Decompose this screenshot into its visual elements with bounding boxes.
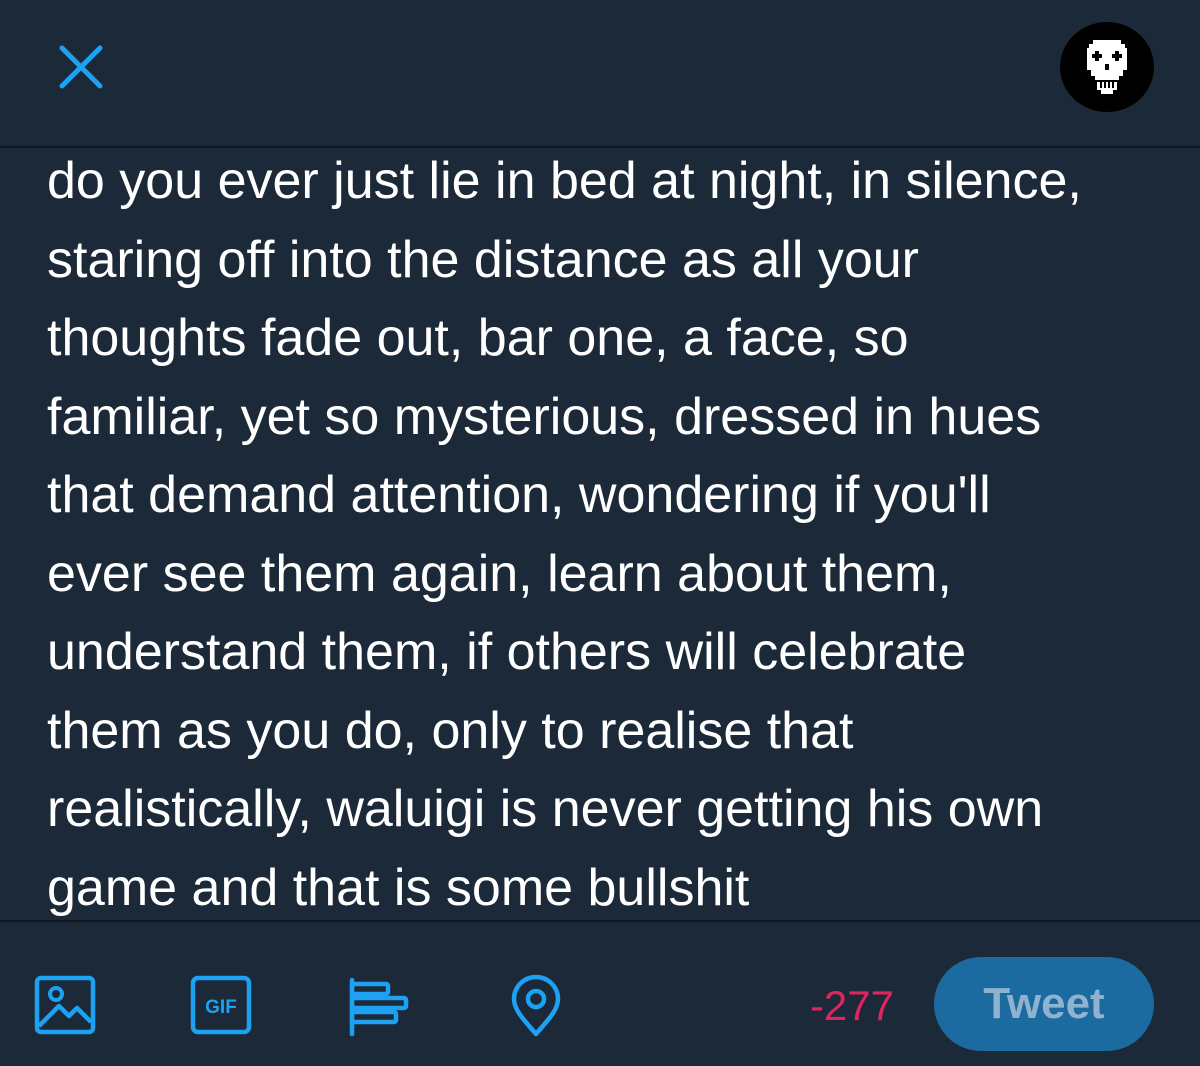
add-image-button[interactable] bbox=[33, 974, 97, 1038]
close-icon bbox=[59, 45, 103, 89]
tweet-text-input[interactable]: do you ever just lie in bed at night, in… bbox=[47, 148, 1172, 920]
character-counter: -277 bbox=[809, 982, 894, 1029]
gif-icon: GIF bbox=[190, 975, 252, 1035]
close-button[interactable] bbox=[52, 38, 110, 96]
image-icon bbox=[34, 975, 96, 1035]
avatar[interactable] bbox=[1060, 22, 1154, 112]
pixel-skull-avatar-icon bbox=[1087, 40, 1127, 94]
add-gif-button[interactable]: GIF bbox=[189, 974, 253, 1038]
poll-icon bbox=[349, 977, 409, 1037]
add-poll-button[interactable] bbox=[346, 974, 410, 1038]
tweet-button[interactable]: Tweet bbox=[934, 957, 1154, 1051]
location-icon bbox=[511, 974, 561, 1037]
compose-area[interactable]: do you ever just lie in bed at night, in… bbox=[0, 148, 1200, 922]
add-location-button[interactable] bbox=[504, 974, 568, 1038]
compose-toolbar: GIF -277 Tweet bbox=[0, 922, 1200, 1066]
compose-header bbox=[0, 0, 1200, 148]
gif-label: GIF bbox=[205, 997, 237, 1018]
